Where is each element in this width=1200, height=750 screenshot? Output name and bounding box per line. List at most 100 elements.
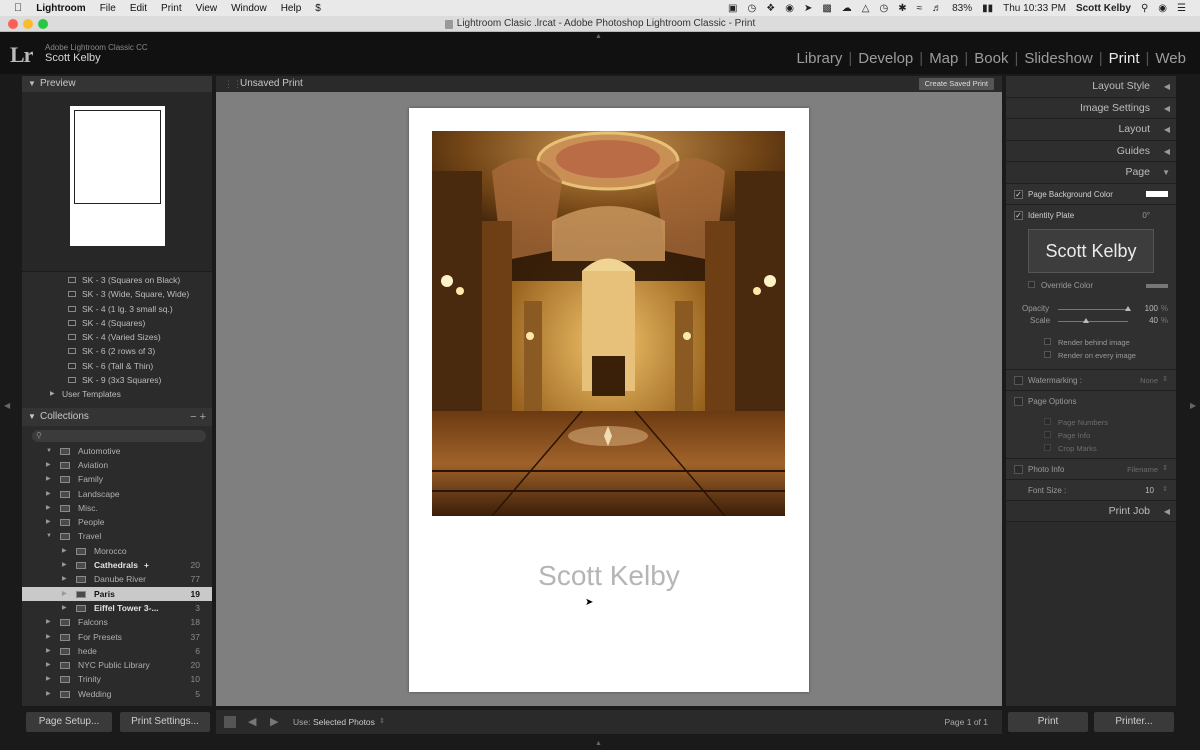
collection-item[interactable]: ▶ Falcons 18 (22, 615, 212, 629)
override-color-checkbox[interactable] (1028, 280, 1035, 288)
collection-item[interactable]: ▶ Misc. (22, 501, 212, 515)
panel-layout[interactable]: Layout ◀ (1006, 119, 1176, 141)
photo-info-checkbox[interactable] (1014, 464, 1023, 474)
crop-marks-checkbox[interactable] (1044, 443, 1051, 451)
collection-item[interactable]: ▶ People (22, 515, 212, 529)
disclosure-right-icon[interactable]: ▶ (46, 515, 51, 529)
collection-item[interactable]: ▶ Trinity 10 (22, 672, 212, 686)
menu-help[interactable]: Help (281, 3, 302, 14)
identity-plate-on-page[interactable]: Scott Kelby (409, 560, 809, 592)
collection-item[interactable]: ▶ For Presets 37 (22, 630, 212, 644)
disclosure-right-icon[interactable]: ▶ (46, 672, 51, 686)
disclosure-right-icon[interactable]: ▶ (46, 658, 51, 672)
template-item[interactable]: SK - 4 (Varied Sizes) (22, 330, 212, 344)
menu-file[interactable]: File (100, 3, 116, 14)
siri-icon[interactable]: ◉ (1158, 3, 1167, 14)
preview-panel-header[interactable]: ▼ Preview (22, 76, 212, 92)
page-options-checkbox[interactable] (1014, 396, 1023, 406)
collection-item[interactable]: ▶ NYC Public Library 20 (22, 658, 212, 672)
disclosure-right-icon[interactable]: ▶ (46, 644, 51, 658)
collection-item[interactable]: ▶ Landscape (22, 487, 212, 501)
opacity-slider-knob[interactable] (1125, 305, 1131, 311)
collection-item[interactable]: ▶ Aviation (22, 458, 212, 472)
menubar-user[interactable]: Scott Kelby (1076, 3, 1131, 14)
close-window-button[interactable] (8, 19, 18, 29)
bluetooth-icon[interactable]: ✱ (898, 3, 906, 14)
photo-info-selector[interactable]: Filename (1127, 465, 1158, 474)
screen-icon[interactable]: ▩ (822, 3, 831, 14)
collection-item[interactable]: ▶ Eiffel Tower 3-... 3 (22, 601, 212, 615)
disclosure-right-icon[interactable]: ▶ (46, 501, 51, 515)
module-print[interactable]: Print (1103, 50, 1146, 67)
disclosure-right-icon[interactable]: ▶ (62, 544, 67, 558)
print-settings-button[interactable]: Print Settings... (120, 712, 210, 732)
volume-icon[interactable]: ♬ (932, 3, 942, 14)
use-selector[interactable]: Selected Photos (313, 717, 375, 727)
disclosure-right-icon[interactable]: ▶ (46, 458, 51, 472)
menu-window[interactable]: Window (231, 3, 267, 14)
panel-page[interactable]: Page ▼ (1006, 162, 1176, 184)
dollar-icon[interactable]: $ (315, 3, 321, 14)
battery-percent[interactable]: 83% (952, 3, 972, 14)
panel-print-job[interactable]: Print Job ◀ (1006, 500, 1176, 522)
module-book[interactable]: Book (968, 50, 1014, 67)
menu-edit[interactable]: Edit (130, 3, 147, 14)
menu-app[interactable]: Lightroom (36, 3, 85, 14)
menu-print[interactable]: Print (161, 3, 182, 14)
disclosure-down-icon[interactable]: ▼ (46, 529, 52, 543)
module-map[interactable]: Map (923, 50, 964, 67)
watermarking-checkbox[interactable] (1014, 375, 1023, 385)
disclosure-right-icon[interactable]: ▶ (62, 601, 67, 615)
scale-slider-knob[interactable] (1083, 317, 1089, 323)
dropbox-icon[interactable]: ❖ (766, 3, 775, 14)
create-saved-print-button[interactable]: Create Saved Print (918, 78, 994, 90)
page-numbers-checkbox[interactable] (1044, 417, 1051, 425)
wifi-icon[interactable]: ≈ (917, 3, 923, 14)
airplay-icon[interactable]: △ (862, 3, 870, 14)
module-develop[interactable]: Develop (852, 50, 919, 67)
time-machine-icon[interactable]: ◷ (879, 3, 888, 14)
render-behind-checkbox[interactable] (1044, 337, 1051, 345)
render-every-checkbox[interactable] (1044, 350, 1051, 358)
scale-value[interactable]: 40 (1149, 316, 1158, 325)
disclosure-right-icon[interactable]: ▶ (46, 615, 51, 629)
page-info-checkbox[interactable] (1044, 430, 1051, 438)
spotlight-icon[interactable]: ⚲ (1141, 3, 1148, 14)
chevron-updown-icon[interactable]: ⇕ (379, 717, 385, 725)
location-icon[interactable]: ➤ (804, 3, 812, 14)
collection-item[interactable]: ▼ Travel (22, 529, 212, 543)
watermark-selector[interactable]: None (1140, 376, 1158, 385)
clock-icon[interactable]: ◷ (748, 3, 757, 14)
collection-item[interactable]: ▶ Morocco (22, 544, 212, 558)
panel-layout-style[interactable]: Layout Style ◀ (1006, 76, 1176, 98)
disclosure-right-icon[interactable]: ▶ (62, 558, 67, 572)
collection-item[interactable]: ▶ Wedding 5 (22, 687, 212, 701)
disclosure-right-icon[interactable]: ▶ (62, 572, 67, 586)
cloud-icon[interactable]: ☁ (842, 3, 852, 14)
collection-item[interactable]: ▶ Family (22, 472, 212, 486)
collection-item[interactable]: ▶ Cathedrals +20 (22, 558, 212, 572)
collection-item[interactable]: ▶ hede 6 (22, 644, 212, 658)
template-item[interactable]: SK - 4 (Squares) (22, 316, 212, 330)
template-item[interactable]: SK - 3 (Squares on Black) (22, 273, 212, 287)
scale-slider-track[interactable] (1058, 320, 1128, 322)
collapse-top-icon[interactable]: ▲ (595, 33, 602, 40)
override-color-swatch[interactable] (1146, 283, 1168, 288)
disclosure-right-icon[interactable]: ▶ (46, 472, 51, 486)
opacity-value[interactable]: 100 (1145, 304, 1158, 313)
print-photo[interactable] (432, 131, 785, 516)
identity-plate-angle[interactable]: 0° (1142, 211, 1150, 220)
printer-button[interactable]: Printer... (1094, 712, 1174, 732)
template-item[interactable]: SK - 4 (1 lg. 3 small sq.) (22, 302, 212, 316)
collection-item[interactable]: ▶ Danube River 77 (22, 572, 212, 586)
opacity-slider-track[interactable] (1058, 308, 1128, 310)
template-item[interactable]: SK - 6 (2 rows of 3) (22, 344, 212, 358)
page-setup-button[interactable]: Page Setup... (26, 712, 112, 732)
disclosure-right-icon[interactable]: ▶ (46, 487, 51, 501)
chevron-updown-icon[interactable]: ⇕ (1162, 464, 1168, 472)
battery-icon[interactable]: ▮▮ (982, 3, 993, 14)
panel-guides[interactable]: Guides ◀ (1006, 140, 1176, 162)
template-item[interactable]: SK - 3 (Wide, Square, Wide) (22, 287, 212, 301)
zoom-window-button[interactable] (38, 19, 48, 29)
apple-icon[interactable]:  (14, 2, 22, 14)
